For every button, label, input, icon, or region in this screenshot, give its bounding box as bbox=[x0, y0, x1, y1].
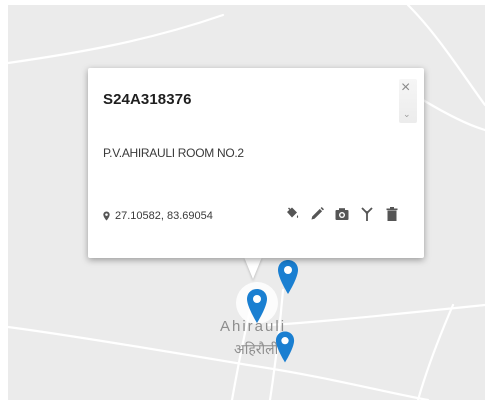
map-marker-icon[interactable] bbox=[277, 259, 299, 295]
coordinates-row: 27.10582, 83.69054 bbox=[103, 210, 213, 222]
selected-map-marker-icon[interactable] bbox=[246, 288, 268, 324]
trash-icon[interactable] bbox=[384, 206, 400, 222]
close-button[interactable]: × ⌄ bbox=[399, 79, 417, 123]
pencil-icon[interactable] bbox=[309, 206, 325, 222]
chevron-down-icon[interactable]: ⌄ bbox=[403, 109, 411, 120]
map-marker-icon[interactable] bbox=[275, 330, 295, 364]
camera-icon[interactable] bbox=[334, 206, 350, 222]
coordinates-text: 27.10582, 83.69054 bbox=[115, 210, 213, 222]
popup-title: S24A318376 bbox=[103, 91, 192, 108]
antenna-icon[interactable] bbox=[359, 206, 375, 222]
place-label-hi: अहिरौली bbox=[234, 341, 279, 357]
paint-bucket-icon[interactable] bbox=[284, 206, 300, 222]
info-popup: S24A318376 × ⌄ P.V.AHIRAULI ROOM NO.2 27… bbox=[88, 68, 424, 258]
popup-actions bbox=[284, 206, 400, 222]
popup-subtitle: P.V.AHIRAULI ROOM NO.2 bbox=[103, 146, 244, 160]
popup-tail bbox=[244, 257, 262, 279]
close-icon[interactable]: × bbox=[401, 79, 410, 97]
location-pin-icon bbox=[103, 211, 110, 221]
